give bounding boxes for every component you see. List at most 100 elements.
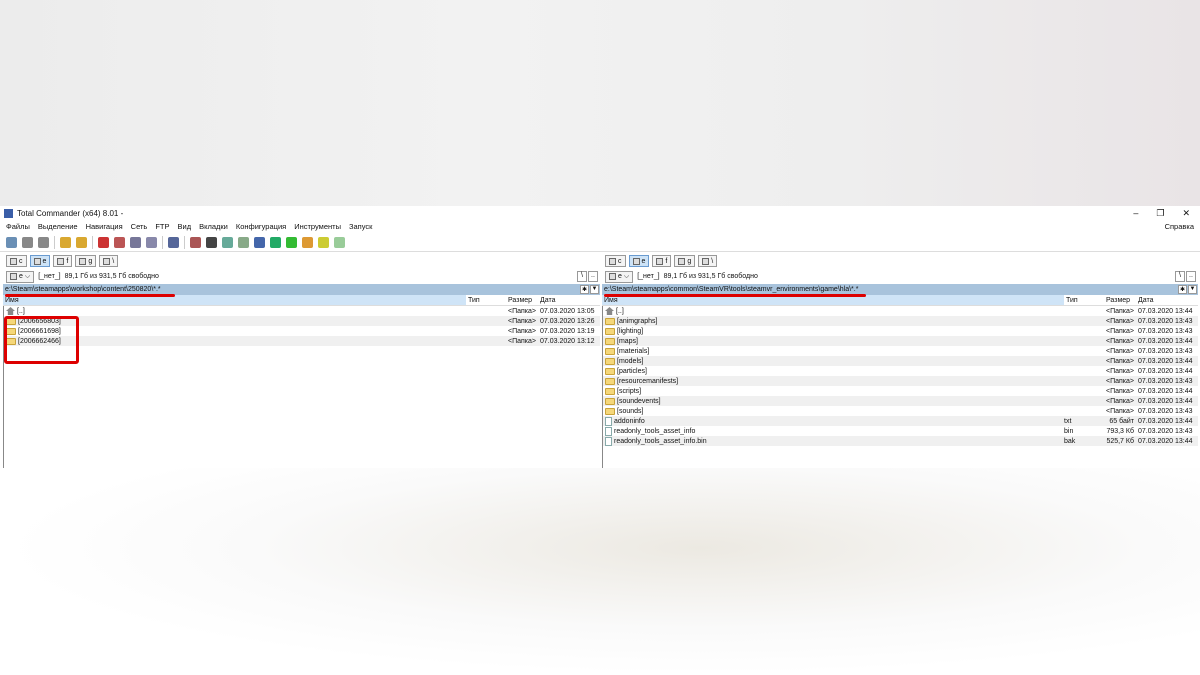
file-row[interactable]: [..] <Папка> 07.03.2020 13:05 [4, 306, 600, 316]
path-bar[interactable]: e:\Steam\steamapps\workshop\content\2508… [3, 284, 600, 297]
toolbar-button-icon[interactable] [190, 236, 201, 248]
file-date: 07.03.2020 13:44 [1138, 307, 1193, 315]
menu-item[interactable]: Сеть [131, 222, 148, 231]
column-date[interactable]: Дата [538, 295, 600, 305]
toolbar-button-icon[interactable] [334, 236, 345, 248]
file-row[interactable]: [scripts] <Папка> 07.03.2020 13:44 [603, 386, 1198, 396]
file-row[interactable]: [animgraphs] <Папка> 07.03.2020 13:43 [603, 316, 1198, 326]
file-name: [models] [617, 357, 644, 365]
toolbar-button-icon[interactable] [146, 236, 157, 248]
drive-icon [57, 257, 65, 265]
file-row[interactable]: readonly_tools_asset_info bin 793,3 Кб 07.0… [603, 426, 1198, 436]
toolbar-button-icon[interactable] [38, 236, 49, 248]
file-size: <Папка> [1106, 327, 1134, 335]
folder-icon [605, 347, 615, 355]
file-size: <Папка> [1106, 377, 1134, 385]
parent-button[interactable]: .. [588, 271, 598, 282]
toolbar-button-icon[interactable] [22, 236, 33, 248]
toolbar-button-icon[interactable] [238, 236, 249, 248]
file-type: txt [1064, 417, 1072, 425]
toolbar-button-icon[interactable] [222, 236, 233, 248]
toolbar-button-icon[interactable] [60, 236, 71, 248]
menu-item[interactable]: Запуск [349, 222, 372, 231]
file-row[interactable]: [2006656803] <Папка> 07.03.2020 13:26 [4, 316, 600, 326]
drive-button[interactable]: c [605, 255, 626, 267]
toolbar-button-icon[interactable] [286, 236, 297, 248]
drive-button[interactable]: e [628, 255, 650, 267]
file-row[interactable]: [soundevents] <Папка> 07.03.2020 13:44 [603, 396, 1198, 406]
menu-item[interactable]: Выделение [38, 222, 78, 231]
parent-dir-icon [6, 307, 15, 315]
toolbar-button-icon[interactable] [318, 236, 329, 248]
drive-select-value: e [19, 273, 23, 280]
toolbar-button-icon[interactable] [76, 236, 87, 248]
menu-item[interactable]: Вкладки [199, 222, 228, 231]
root-button[interactable]: \ [577, 271, 587, 282]
parent-button[interactable]: .. [1186, 271, 1196, 282]
file-row[interactable]: readonly_tools_asset_info.bin bak 525,7 Кб… [603, 436, 1198, 446]
menu-item[interactable]: Конфигурация [236, 222, 286, 231]
minimize-button[interactable]: – [1133, 208, 1138, 219]
file-row[interactable]: [..] <Папка> 07.03.2020 13:44 [603, 306, 1198, 316]
toolbar-button-icon[interactable] [302, 236, 313, 248]
drive-letter: c [618, 257, 622, 265]
root-button[interactable]: \ [1175, 271, 1185, 282]
toolbar-button-icon[interactable] [254, 236, 265, 248]
toolbar-button-icon[interactable] [206, 236, 217, 248]
column-date[interactable]: Дата [1136, 295, 1198, 305]
toolbar-button-icon[interactable] [270, 236, 281, 248]
column-type[interactable]: Тип [1064, 295, 1104, 305]
favorites-button[interactable]: ✱ [1178, 285, 1187, 294]
blurred-background-top [0, 0, 1200, 206]
file-size: <Папка> [1106, 317, 1134, 325]
drive-select[interactable]: e ⌵ [6, 270, 35, 283]
column-size[interactable]: Размер [506, 295, 538, 305]
current-path: e:\Steam\steamapps\common\SteamVR\tools\… [604, 286, 859, 293]
drive-select[interactable]: e ⌵ [605, 270, 634, 283]
drive-icon [632, 257, 640, 265]
file-row[interactable]: [lighting] <Папка> 07.03.2020 13:43 [603, 326, 1198, 336]
file-row[interactable]: [sounds] <Папка> 07.03.2020 13:43 [603, 406, 1198, 416]
toolbar-button-icon[interactable] [114, 236, 125, 248]
toolbar-button-icon[interactable] [168, 236, 179, 248]
folder-icon [605, 387, 615, 395]
column-type[interactable]: Тип [466, 295, 506, 305]
file-date: 07.03.2020 13:44 [1138, 417, 1193, 425]
file-row[interactable]: addoninfo txt 65 байт 07.03.2020 13:44 [603, 416, 1198, 426]
drive-button[interactable]: g [75, 255, 97, 267]
drive-button[interactable]: \ [698, 255, 718, 267]
maximize-button[interactable]: ❐ [1156, 208, 1164, 219]
file-row[interactable]: [maps] <Папка> 07.03.2020 13:44 [603, 336, 1198, 346]
menu-item[interactable]: Вид [178, 222, 192, 231]
file-row[interactable]: [2006661698] <Папка> 07.03.2020 13:19 [4, 326, 600, 336]
menu-help[interactable]: Справка [1165, 222, 1200, 231]
menu-item[interactable]: Файлы [6, 222, 30, 231]
drive-button[interactable]: \ [99, 255, 119, 267]
file-row[interactable]: [materials] <Папка> 07.03.2020 13:43 [603, 346, 1198, 356]
drive-button[interactable]: f [53, 255, 73, 267]
file-row[interactable]: [particles] <Папка> 07.03.2020 13:44 [603, 366, 1198, 376]
close-button[interactable]: ✕ [1182, 208, 1190, 219]
history-button[interactable]: ▼ [1188, 285, 1197, 294]
drive-button[interactable]: g [674, 255, 696, 267]
menu-item[interactable]: Инструменты [294, 222, 341, 231]
drive-letter: e [641, 257, 646, 265]
favorites-button[interactable]: ✱ [580, 285, 589, 294]
file-row[interactable]: [resourcemanifests] <Папка> 07.03.2020 13:… [603, 376, 1198, 386]
drive-button[interactable]: c [6, 255, 27, 267]
drive-button[interactable]: f [652, 255, 672, 267]
file-row[interactable]: [2006662466] <Папка> 07.03.2020 13:12 [4, 336, 600, 346]
file-date: 07.03.2020 13:44 [1138, 337, 1193, 345]
column-size[interactable]: Размер [1104, 295, 1136, 305]
toolbar-button-icon[interactable] [6, 236, 17, 248]
toolbar-button-icon[interactable] [130, 236, 141, 248]
toolbar-button-icon[interactable] [98, 236, 109, 248]
file-row[interactable]: [models] <Папка> 07.03.2020 13:44 [603, 356, 1198, 366]
menu-item[interactable]: Навигация [86, 222, 123, 231]
drive-button[interactable]: e [29, 255, 51, 267]
menu-item[interactable]: FTP [155, 222, 169, 231]
history-button[interactable]: ▼ [590, 285, 599, 294]
folder-icon [605, 317, 615, 325]
free-space: 89,1 Гб из 931,5 Гб свободно [663, 273, 758, 280]
path-bar[interactable]: e:\Steam\steamapps\common\SteamVR\tools\… [602, 284, 1198, 297]
